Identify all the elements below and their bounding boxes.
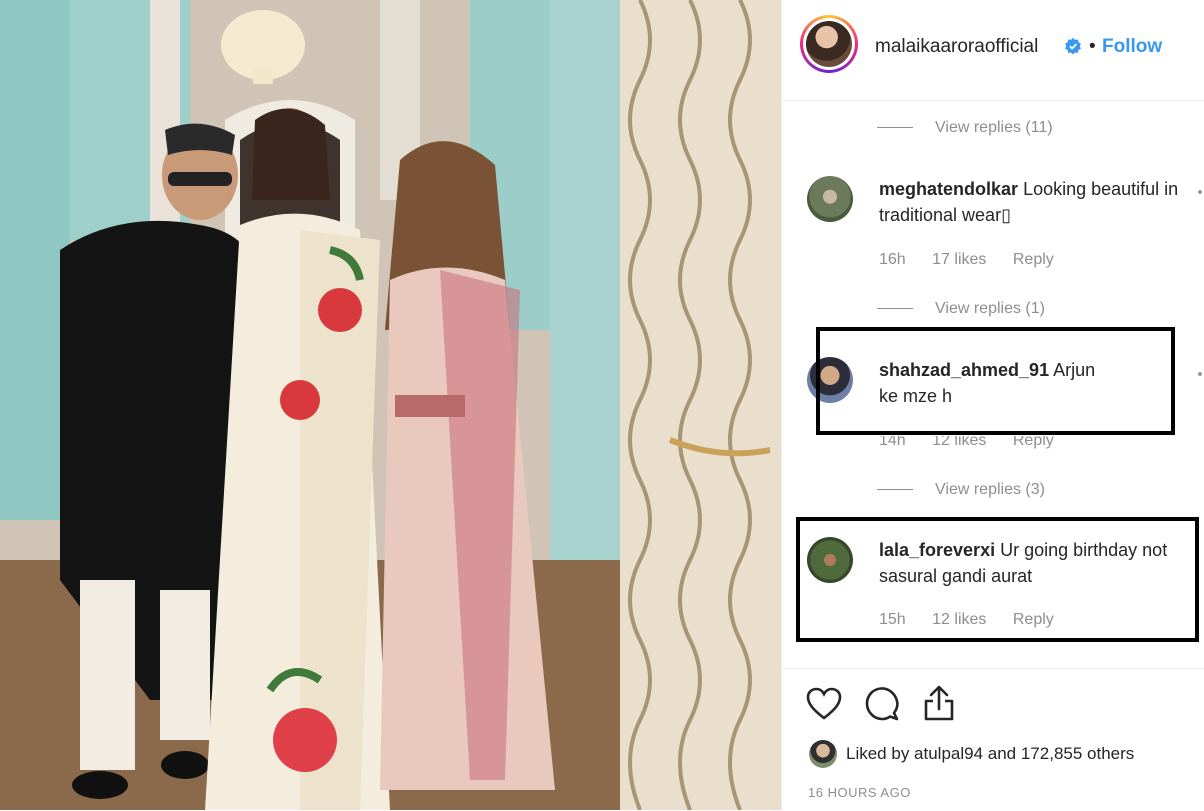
more-options-icon[interactable] <box>1198 190 1202 194</box>
profile-avatar[interactable] <box>800 15 858 73</box>
comment-username[interactable]: shahzad_ahmed_91 <box>879 360 1049 380</box>
comment-icon[interactable] <box>864 686 900 722</box>
comment-username[interactable]: meghatendolkar <box>879 179 1018 199</box>
comment-likes[interactable]: 17 likes <box>932 251 986 268</box>
comment-likes[interactable]: 12 likes <box>932 436 986 449</box>
view-replies-label: View replies (11) <box>935 119 1053 136</box>
comment-time: 14h <box>879 432 906 449</box>
reply-button[interactable]: Reply <box>1013 251 1054 268</box>
comment-body: meghatendolkar Looking beautiful in trad… <box>879 176 1179 228</box>
reply-button[interactable]: Reply <box>1013 611 1054 628</box>
view-replies-link[interactable]: View replies (3) <box>877 481 1045 499</box>
liked-by-text[interactable]: Liked by atulpal94 and 172,855 others <box>846 744 1134 764</box>
comment-avatar[interactable] <box>807 537 853 583</box>
liked-by-avatar[interactable] <box>809 740 837 768</box>
post-header: malaikaaroraofficial • Follow <box>782 0 1204 101</box>
comment-meta: 16h 17 likes Reply <box>879 251 1076 269</box>
comments-panel: malaikaaroraofficial • Follow View repli… <box>781 0 1204 810</box>
post-username[interactable]: malaikaaroraofficial <box>875 36 1038 58</box>
comment-avatar[interactable] <box>807 176 853 222</box>
view-replies-label: View replies (1) <box>935 300 1045 317</box>
separator-dot: • <box>1089 36 1096 57</box>
comment-meta: 15h 12 likes Reply <box>879 611 1076 629</box>
post-image <box>0 0 781 810</box>
comment-body: shahzad_ahmed_91 Arjun ke mze h <box>879 357 1119 409</box>
verified-icon <box>1065 37 1081 55</box>
comment-meta: 14h 12 likes Reply <box>879 432 1076 450</box>
post-timestamp: 16 HOURS AGO <box>808 785 911 800</box>
comment-username[interactable]: lala_foreverxi <box>879 540 995 560</box>
view-replies-link[interactable]: View replies (11) <box>877 119 1053 137</box>
reply-button[interactable]: Reply <box>1013 436 1054 449</box>
share-icon[interactable] <box>922 684 956 722</box>
comment-avatar[interactable] <box>807 357 853 403</box>
more-options-icon[interactable] <box>1198 372 1202 376</box>
view-replies-link[interactable]: View replies (1) <box>877 300 1045 318</box>
view-replies-label: View replies (3) <box>935 481 1045 498</box>
comment-body: lala_foreverxi Ur going birthday not sas… <box>879 537 1179 589</box>
heart-icon[interactable] <box>806 687 842 721</box>
post-actions: Liked by atulpal94 and 172,855 others 16… <box>782 668 1204 811</box>
comment-time: 15h <box>879 611 906 628</box>
comment-time: 16h <box>879 251 906 268</box>
post-photo <box>0 0 781 810</box>
comment-likes[interactable]: 12 likes <box>932 611 986 628</box>
follow-button[interactable]: Follow <box>1102 36 1162 58</box>
